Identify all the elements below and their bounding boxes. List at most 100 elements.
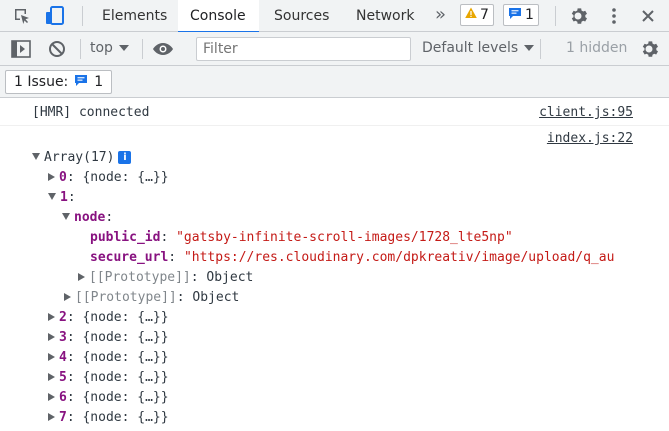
eye-icon[interactable] — [152, 38, 174, 60]
hidden-count: 1 hidden — [566, 40, 628, 56]
array-label: Array(17) — [44, 150, 115, 165]
toolbar-separator — [142, 39, 143, 59]
filter-input[interactable] — [196, 37, 411, 61]
issues-count: 1 — [94, 74, 104, 90]
chevron-down-icon — [524, 40, 535, 56]
array-toggle[interactable]: Array(17) i — [32, 148, 132, 168]
expand-triangle-icon — [62, 213, 70, 220]
array-item[interactable]: 3: {node: {…}} — [48, 328, 169, 348]
message-text: [HMR] connected — [32, 105, 150, 120]
log-levels-dropdown[interactable]: Default levels — [422, 40, 535, 56]
expand-triangle-icon — [48, 193, 56, 200]
prototype-value: Object — [192, 290, 240, 305]
message-icon — [508, 7, 522, 24]
console-output: [HMR] connected client.js:95 index.js:22… — [0, 98, 669, 431]
collapse-triangle-icon — [48, 372, 55, 381]
tab-label: Console — [190, 8, 246, 24]
source-link[interactable]: client.js:95 — [539, 103, 633, 123]
issues-bar: 1 Issue: 1 — [0, 66, 669, 98]
array-item[interactable]: 7: {node: {…}} — [48, 408, 169, 428]
array-item-expanded[interactable]: 1: — [48, 188, 76, 208]
item-key: 5 — [59, 370, 67, 385]
tab-console[interactable]: Console — [178, 0, 259, 33]
console-message-hmr: [HMR] connected client.js:95 — [0, 98, 669, 126]
toolbar-separator — [80, 39, 81, 59]
expand-triangle-icon — [32, 153, 40, 160]
item-value: {node: {…}} — [82, 390, 169, 405]
item-value: {node: {…}} — [82, 330, 169, 345]
warning-icon — [465, 7, 477, 23]
log-levels-value: Default levels — [422, 40, 519, 56]
close-icon[interactable] — [637, 5, 659, 27]
inspect-element-icon[interactable] — [11, 5, 33, 27]
collapse-triangle-icon — [48, 312, 55, 321]
toolbar-separator — [555, 6, 556, 26]
property-value: "gatsby-infinite-scroll-images/1728_lte5… — [176, 230, 513, 245]
array-item[interactable]: 2: {node: {…}} — [48, 308, 169, 328]
array-item[interactable]: 5: {node: {…}} — [48, 368, 169, 388]
more-options-icon[interactable] — [603, 5, 625, 27]
devtools-tabbar: Elements Console Sources Network » 7 1 — [0, 0, 669, 33]
source-link[interactable]: index.js:22 — [547, 129, 633, 149]
item-key: 6 — [59, 390, 67, 405]
array-item[interactable]: 4: {node: {…}} — [48, 348, 169, 368]
toolbar-separator — [82, 6, 83, 26]
item-key: 7 — [59, 410, 67, 425]
item-key: 1 — [60, 190, 68, 205]
device-toolbar-icon[interactable] — [44, 5, 66, 27]
messages-count: 1 — [525, 7, 534, 23]
prototype-property[interactable]: [[Prototype]]: Object — [78, 268, 253, 288]
item-value: {node: {…}} — [82, 370, 169, 385]
tab-elements[interactable]: Elements — [90, 0, 179, 32]
item-key: 2 — [59, 310, 67, 325]
item-value: {node: {…}} — [82, 350, 169, 365]
array-item[interactable]: 0: {node: {…}} — [48, 168, 169, 188]
context-selector[interactable]: top — [90, 40, 129, 56]
collapse-triangle-icon — [48, 332, 55, 341]
issues-button[interactable]: 1 Issue: 1 — [5, 70, 113, 94]
collapse-triangle-icon — [78, 272, 85, 281]
collapse-triangle-icon — [48, 392, 55, 401]
secure-url-property: secure_url: "https://res.cloudinary.com/… — [90, 250, 615, 265]
item-value: {node: {…}} — [82, 170, 169, 185]
sidebar-toggle-icon[interactable] — [10, 38, 32, 60]
collapse-triangle-icon — [48, 352, 55, 361]
item-value: {node: {…}} — [82, 310, 169, 325]
more-tabs-button[interactable]: » — [435, 4, 446, 25]
prototype-value: Object — [206, 270, 254, 285]
item-key: 0 — [59, 170, 67, 185]
item-key: 3 — [59, 330, 67, 345]
property-key: public_id — [90, 230, 161, 245]
tab-label: Sources — [274, 8, 330, 24]
info-icon: i — [118, 151, 132, 164]
prototype-key: [[Prototype]] — [75, 290, 177, 305]
warnings-count: 7 — [480, 7, 489, 23]
tab-network[interactable]: Network — [344, 0, 426, 32]
item-value: {node: {…}} — [82, 410, 169, 425]
settings-gear-icon[interactable] — [567, 5, 589, 27]
warnings-badge[interactable]: 7 — [460, 4, 494, 26]
console-settings-gear-icon[interactable] — [638, 38, 660, 60]
prototype-property[interactable]: [[Prototype]]: Object — [64, 288, 239, 308]
collapse-triangle-icon — [48, 172, 55, 181]
node-property[interactable]: node: — [62, 208, 113, 228]
tab-label: Network — [356, 8, 415, 24]
array-item[interactable]: 6: {node: {…}} — [48, 388, 169, 408]
issues-label: 1 Issue: — [14, 74, 69, 90]
collapse-triangle-icon — [48, 412, 55, 421]
messages-badge[interactable]: 1 — [503, 4, 539, 26]
item-key: 4 — [59, 350, 67, 365]
property-key: node — [74, 210, 106, 225]
collapse-triangle-icon — [64, 292, 71, 301]
toolbar-separator — [540, 39, 541, 59]
tab-label: Elements — [102, 8, 168, 24]
tab-sources[interactable]: Sources — [262, 0, 341, 32]
property-key: secure_url — [90, 250, 169, 265]
chevron-down-icon — [118, 40, 129, 56]
context-value: top — [90, 40, 113, 56]
property-value: "https://res.cloudinary.com/dpkreativ/im… — [183, 250, 615, 265]
prototype-key: [[Prototype]] — [89, 270, 191, 285]
console-toolbar: top Default levels 1 hidden — [0, 32, 669, 66]
public-id-property: public_id: "gatsby-infinite-scroll-image… — [90, 230, 513, 245]
clear-console-icon[interactable] — [46, 38, 68, 60]
